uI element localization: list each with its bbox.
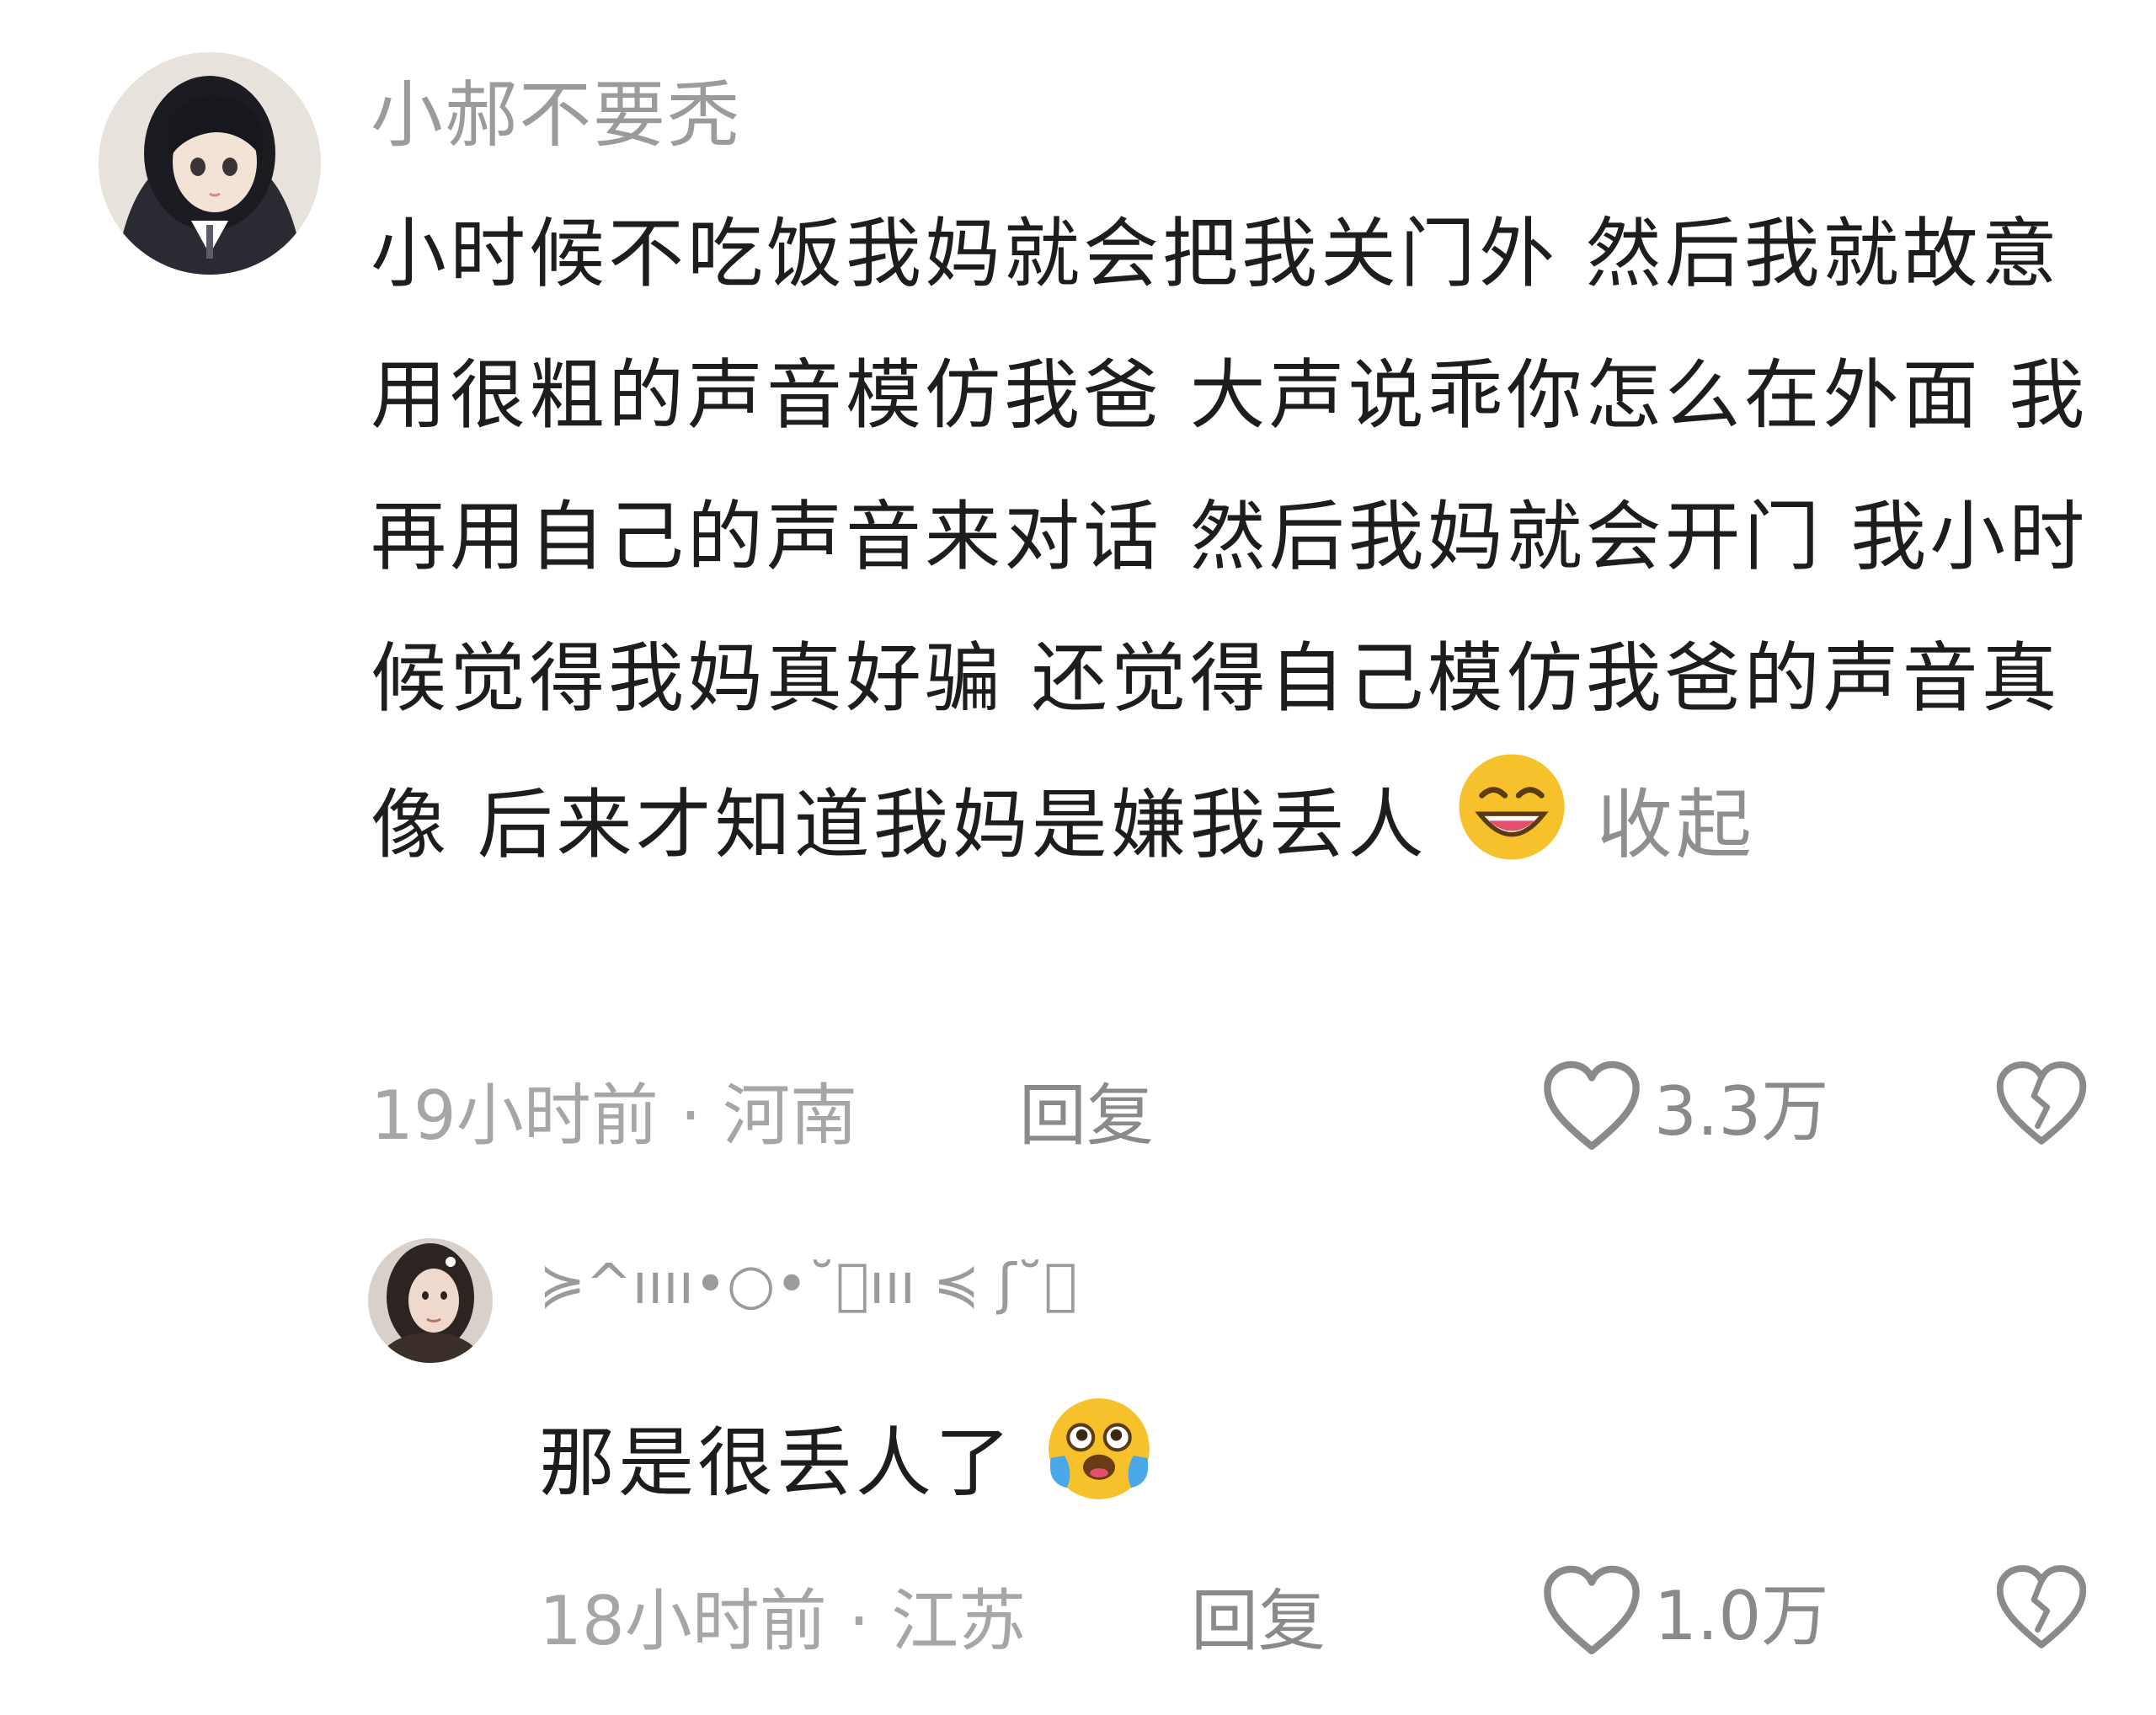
heart-outline-icon [1544, 1565, 1640, 1655]
crying-laughing-emoji-icon [1042, 1392, 1156, 1544]
meta-separator: · [680, 1077, 702, 1155]
comment-text: 那是很丢人了 [539, 1392, 1156, 1544]
comment-text: 小时候不吃饭我妈就会把我关门外 然后我就故意用很粗的声音模仿我爸 大声说乖你怎么… [371, 184, 2122, 910]
comment-meta: 18小时前 · 江苏 [539, 1567, 1026, 1664]
comment-time: 18小时前 [539, 1582, 827, 1660]
comment-meta: 19小时前 · 河南 [371, 1061, 857, 1159]
dislike-button[interactable] [1994, 1563, 2089, 1654]
meta-separator: · [848, 1582, 870, 1660]
heart-outline-icon [1544, 1061, 1640, 1151]
comment-location: 河南 [723, 1077, 858, 1155]
dislike-button[interactable] [1994, 1060, 2089, 1151]
reply-button[interactable]: 回复 [1191, 1567, 1326, 1664]
comment-body: 那是很丢人了 [539, 1418, 1014, 1508]
like-count: 1.0万 [1654, 1577, 1829, 1655]
collapse-link[interactable]: 收起 [1597, 781, 1755, 869]
comment-location: 江苏 [891, 1582, 1027, 1660]
reply-button[interactable]: 回复 [1019, 1061, 1154, 1159]
like-button[interactable]: 3.3万 [1541, 1057, 1828, 1155]
like-count: 3.3万 [1654, 1072, 1829, 1151]
username[interactable]: 小郝不要秃 [371, 56, 741, 161]
comment-time: 19小时前 [371, 1077, 659, 1155]
comment-body: 小时候不吃饭我妈就会把我关门外 然后我就故意用很粗的声音模仿我爸 大声说乖你怎么… [371, 210, 2089, 869]
broken-heart-icon [1996, 1061, 2087, 1145]
username[interactable]: ≽^ıııı•○•˘⃝ııı ≼ ʃ˘⃝ [539, 1252, 1077, 1317]
broken-heart-icon [1996, 1565, 2087, 1648]
like-button[interactable]: 1.0万 [1541, 1562, 1828, 1659]
grinning-sweat-emoji-icon [1454, 750, 1569, 910]
avatar[interactable] [368, 1238, 493, 1363]
avatar[interactable] [99, 52, 321, 275]
